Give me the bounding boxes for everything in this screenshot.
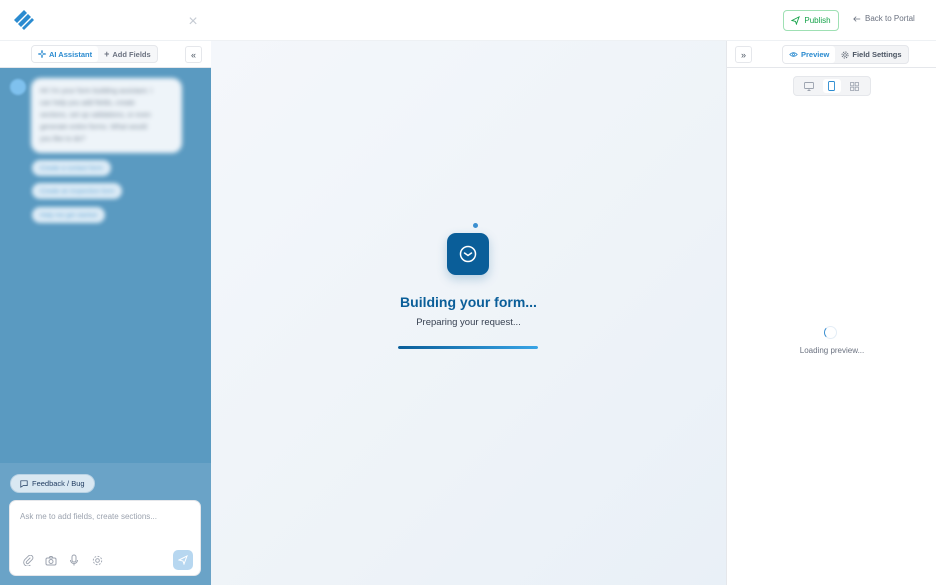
- assistant-panel-header: AI Assistant + Add Fields «: [0, 41, 211, 68]
- left-tabs: AI Assistant + Add Fields: [31, 45, 158, 63]
- loading-preview-text: Loading preview...: [799, 346, 865, 355]
- expand-panel-button[interactable]: »: [735, 46, 752, 63]
- desktop-icon[interactable]: [800, 79, 818, 93]
- collapse-panel-button[interactable]: «: [185, 46, 202, 63]
- chat-input[interactable]: Ask me to add fields, create sections...: [20, 512, 157, 521]
- building-icon: [447, 233, 489, 275]
- top-bar: × Publish Back to Portal: [0, 0, 936, 41]
- device-toggle: [793, 76, 871, 96]
- feedback-button[interactable]: Feedback / Bug: [10, 474, 95, 493]
- assistant-message-line: can help you add fields, create: [40, 100, 135, 107]
- right-tabs: Preview Field Settings: [782, 45, 909, 64]
- plus-icon: +: [104, 49, 110, 59]
- back-to-portal-label: Back to Portal: [865, 14, 915, 23]
- settings-icon[interactable]: [91, 554, 103, 566]
- building-subtitle: Preparing your request...: [416, 317, 521, 328]
- send-button[interactable]: [173, 550, 193, 570]
- input-toolbar: [22, 554, 103, 566]
- preview-panel-header: » Preview Field Settings: [727, 41, 936, 68]
- assistant-message-line: generate entire forms. What would: [40, 124, 147, 131]
- build-progress-bar: [398, 346, 538, 349]
- assistant-avatar: [10, 79, 26, 95]
- assistant-message-line: you like to do?: [40, 136, 86, 143]
- app-logo[interactable]: [12, 8, 36, 32]
- tab-preview[interactable]: Preview: [783, 46, 836, 63]
- arrow-left-icon: [853, 15, 861, 22]
- send-icon: [178, 555, 188, 565]
- preview-panel: » Preview Field Settings Loading preview…: [726, 41, 936, 585]
- chat-footer: Feedback / Bug Ask me to add fields, cre…: [0, 463, 211, 585]
- gear-icon: [841, 51, 849, 58]
- status-dot: [473, 223, 478, 228]
- suggestion-chip[interactable]: Create an inspection form: [32, 183, 123, 199]
- suggestion-chip[interactable]: Help me get started: [32, 207, 105, 223]
- tab-field-settings[interactable]: Field Settings: [835, 46, 907, 63]
- tab-field-settings-label: Field Settings: [852, 50, 902, 59]
- tab-ai-assistant[interactable]: AI Assistant: [32, 46, 99, 62]
- building-title: Building your form...: [400, 294, 537, 310]
- close-icon[interactable]: ×: [186, 14, 200, 30]
- tab-ai-assistant-label: AI Assistant: [49, 49, 93, 59]
- message-icon: [20, 479, 28, 488]
- send-icon: [791, 16, 801, 25]
- publish-label: Publish: [804, 16, 831, 25]
- assistant-message: Hi! I'm your form building assistant. I …: [31, 78, 182, 153]
- chat-input-box: Ask me to add fields, create sections...: [9, 500, 201, 576]
- microphone-icon[interactable]: [68, 554, 80, 566]
- assistant-panel: AI Assistant + Add Fields « Hi! I'm your…: [0, 41, 211, 585]
- feedback-label: Feedback / Bug: [32, 479, 85, 488]
- camera-icon[interactable]: [45, 554, 57, 566]
- form-canvas: Building your form... Preparing your req…: [211, 41, 726, 585]
- build-progress-fill: [398, 346, 538, 349]
- sparkle-icon: [38, 50, 46, 58]
- back-to-portal-link[interactable]: Back to Portal: [853, 14, 915, 23]
- clock-icon: [459, 245, 477, 263]
- publish-button[interactable]: Publish: [783, 10, 839, 31]
- tab-add-fields-label: Add Fields: [112, 49, 151, 59]
- suggestion-chip[interactable]: Create a contact form: [32, 160, 111, 176]
- loading-spinner: [824, 326, 837, 339]
- assistant-message-line: Hi! I'm your form building assistant. I: [40, 88, 153, 95]
- tab-add-fields[interactable]: + Add Fields: [98, 46, 157, 62]
- grid-icon[interactable]: [846, 79, 864, 93]
- assistant-message-line: sections, set up validations, or even: [40, 112, 151, 119]
- paperclip-icon[interactable]: [22, 554, 34, 566]
- mobile-icon[interactable]: [822, 79, 841, 93]
- eye-icon: [789, 52, 798, 57]
- tab-preview-label: Preview: [801, 50, 830, 59]
